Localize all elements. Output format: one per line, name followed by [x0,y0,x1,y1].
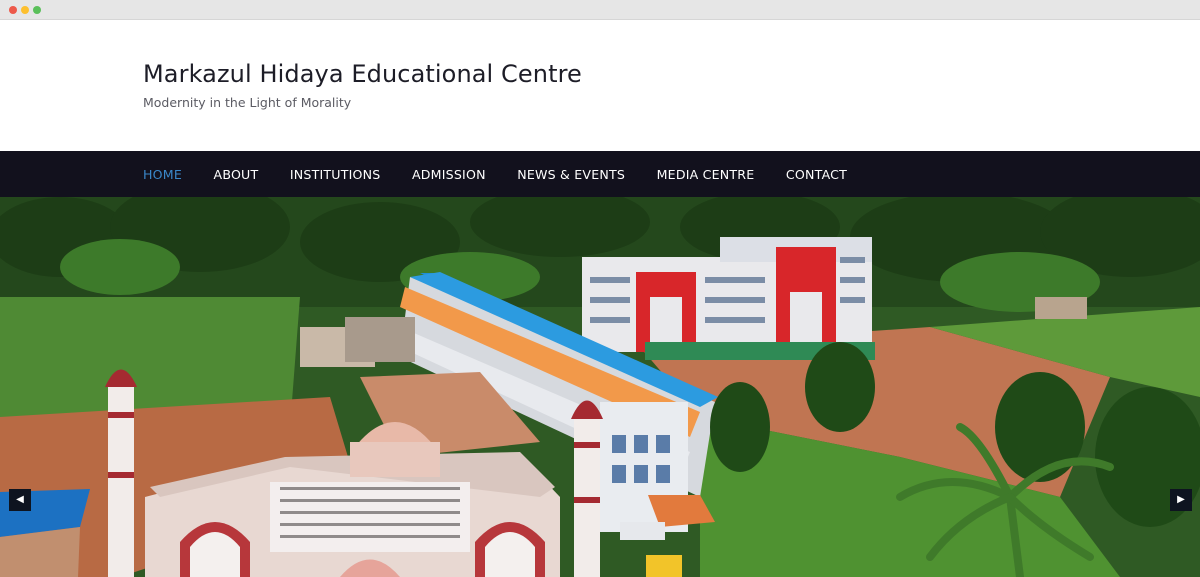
nav-item-admission[interactable]: ADMISSION [412,167,486,182]
site-title[interactable]: Markazul Hidaya Educational Centre [143,60,582,88]
nav-item-about[interactable]: ABOUT [214,167,259,182]
nav-item-media-centre[interactable]: MEDIA CENTRE [657,167,755,182]
window-close-dot[interactable] [9,6,17,14]
campus-aerial-image [0,197,1200,577]
site-tagline: Modernity in the Light of Morality [143,95,352,110]
window-minimize-dot[interactable] [21,6,29,14]
nav-item-news-events[interactable]: NEWS & EVENTS [517,167,625,182]
slider-prev-button[interactable]: ◀ [9,489,31,511]
nav-menu: HOME ABOUT INSTITUTIONS ADMISSION NEWS &… [143,151,879,197]
nav-item-home[interactable]: HOME [143,167,182,182]
nav-item-contact[interactable]: CONTACT [786,167,847,182]
nav-item-institutions[interactable]: INSTITUTIONS [290,167,381,182]
main-navigation: HOME ABOUT INSTITUTIONS ADMISSION NEWS &… [0,151,1200,197]
browser-chrome [0,0,1200,20]
slider-next-button[interactable]: ▶ [1170,489,1192,511]
window-maximize-dot[interactable] [33,6,41,14]
site-header: Markazul Hidaya Educational Centre Moder… [0,20,1200,151]
chevron-right-icon: ▶ [1177,494,1185,505]
hero-slider [0,197,1200,577]
chevron-left-icon: ◀ [16,494,24,505]
